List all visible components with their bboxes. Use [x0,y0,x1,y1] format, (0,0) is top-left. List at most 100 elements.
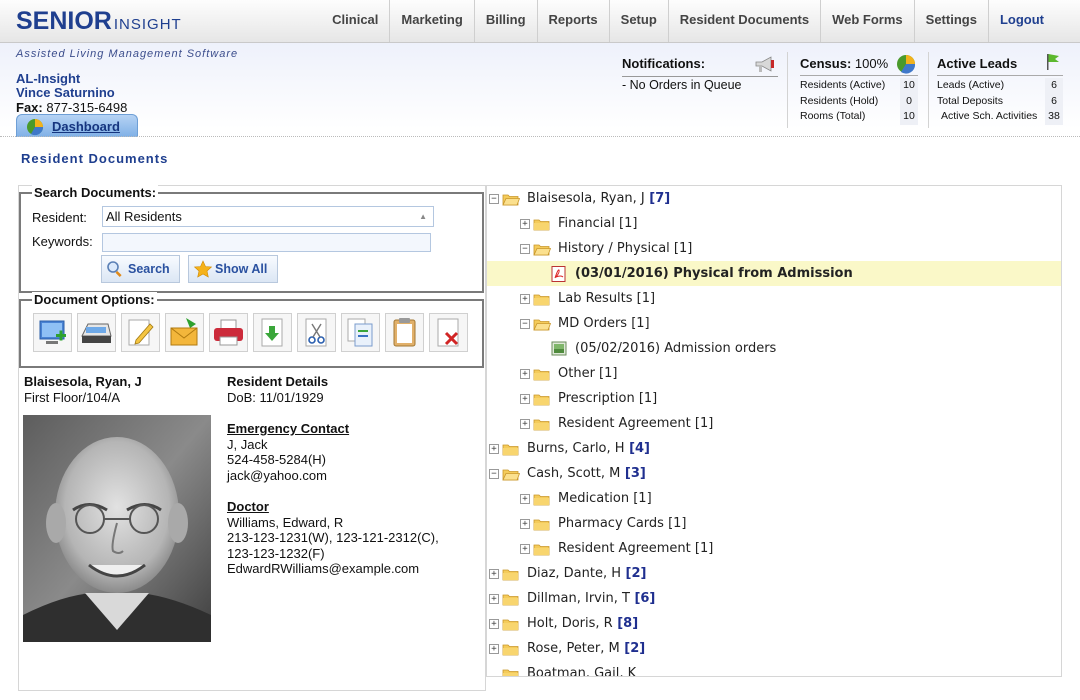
tree-folder-item[interactable]: Boatman, Gail, K [487,661,1061,676]
expand-icon[interactable]: + [489,644,499,654]
census-divider [800,75,918,76]
doctor-name: Williams, Edward, R [227,514,344,530]
tree-folder-item[interactable]: + Financial [1] [487,211,1061,236]
document-count: [6] [629,591,656,606]
tree-item-label: Dillman, Irvin, T [6] [527,591,656,606]
doctor-email: EdwardRWilliams@example.com [227,561,420,576]
collapse-icon[interactable]: − [489,469,499,479]
leads-row-value: 6 [1045,78,1063,94]
census-row-value: 10 [900,109,918,125]
tree-folder-item[interactable]: − MD Orders [1] [487,311,1061,336]
expand-icon[interactable]: + [520,419,530,429]
tree-folder-item[interactable]: + Other [1] [487,361,1061,386]
doctor-fax: 123-123-1232(F) [227,545,325,561]
expand-icon[interactable]: + [520,294,530,304]
tree-folder-item[interactable]: + Resident Agreement [1] [487,536,1061,561]
expand-icon[interactable]: + [520,369,530,379]
nav-settings[interactable]: Settings [913,0,988,42]
expand-icon[interactable]: + [489,444,499,454]
tree-folder-item[interactable]: + Pharmacy Cards [1] [487,511,1061,536]
nav-reports[interactable]: Reports [536,0,609,42]
census-row-value: 0 [900,93,918,109]
resident-select[interactable]: All Residents ▲▼ [102,206,434,240]
tree-folder-item[interactable]: + Burns, Carlo, H [4] [487,436,1061,461]
tree-folder-item[interactable]: + Lab Results [1] [487,286,1061,311]
nav-web-forms[interactable]: Web Forms [820,0,914,42]
resident-details-title: Resident Details [227,374,329,389]
tree-folder-item[interactable]: + Diaz, Dante, H [2] [487,561,1061,586]
tree-folder-item[interactable]: + Resident Agreement [1] [487,411,1061,436]
resident-location: First Floor/104/A [24,390,121,405]
email-document-button[interactable] [165,313,204,352]
collapse-icon[interactable]: − [520,319,530,329]
document-count: [7] [644,191,671,206]
census-row: Rooms (Total) 10 [800,109,918,125]
search-button[interactable]: Search [101,255,180,283]
census-row-value: 10 [900,78,918,94]
expand-icon[interactable]: + [520,544,530,554]
document-options-box: Document Options: [19,292,484,368]
cut-icon [305,318,327,347]
scan-document-button[interactable] [77,313,116,352]
tree-folder-item[interactable]: − Cash, Scott, M [3] [487,461,1061,486]
cut-document-button[interactable] [297,313,336,352]
expand-icon[interactable]: + [520,394,530,404]
tree-folder-item[interactable]: + Medication [1] [487,486,1061,511]
census-row: Residents (Hold) 0 [800,93,918,109]
user-name: Vince Saturnino [16,85,115,100]
show-all-button[interactable]: Show All [188,255,278,283]
download-document-button[interactable] [253,313,292,352]
document-item[interactable]: (03/01/2016) Physical from Admission [487,261,1061,286]
senior-insight-logo[interactable]: SENIOR INSIGHT [16,7,182,36]
download-icon [261,318,283,347]
emergency-contact-name: J, Jack [227,436,268,452]
folder-icon [502,619,519,631]
collapse-icon[interactable]: − [489,194,499,204]
tree-folder-item[interactable]: + Rose, Peter, M [2] [487,636,1061,661]
tree-folder-item[interactable]: + Holt, Doris, R [8] [487,611,1061,636]
expand-icon[interactable]: + [489,619,499,629]
expand-icon[interactable]: + [520,519,530,529]
expand-icon[interactable]: + [489,569,499,579]
emergency-contact: Emergency Contact J, Jack 524-458-5284(H… [227,421,349,483]
tree-folder-item[interactable]: + Dillman, Irvin, T [6] [487,586,1061,611]
keywords-input[interactable] [102,233,431,252]
nav-resident-documents[interactable]: Resident Documents [667,0,820,42]
tree-item-label: Diaz, Dante, H [2] [527,566,647,581]
edit-document-button[interactable] [121,313,160,352]
doctor-info: Doctor Williams, Edward, R 213-123-1231(… [227,499,439,577]
megaphone-icon [755,56,774,72]
nav-logout[interactable]: Logout [987,0,1080,42]
nav-setup[interactable]: Setup [608,0,668,42]
tree-item-label: Other [1] [558,366,618,381]
nav-marketing[interactable]: Marketing [389,0,473,42]
dashboard-tab[interactable]: Dashboard [16,114,138,137]
copy-document-button[interactable] [341,313,380,352]
collapse-icon[interactable]: − [520,244,530,254]
tree-item-label: Financial [1] [558,216,638,231]
flag-icon [1047,54,1059,70]
expand-icon[interactable]: + [520,494,530,504]
nav-billing[interactable]: Billing [473,0,537,42]
tree-folder-item[interactable]: + Prescription [1] [487,386,1061,411]
tree-item-label: Resident Agreement [1] [558,541,714,556]
delete-document-button[interactable] [429,313,468,352]
page-title: Resident Documents [21,151,169,166]
notifications-message: - No Orders in Queue [622,78,742,92]
pdf-icon [551,266,566,282]
add-document-button[interactable] [33,313,72,352]
census-title: Census: [800,56,852,71]
tree-folder-item[interactable]: − History / Physical [1] [487,236,1061,261]
nav-clinical[interactable]: Clinical [321,0,389,42]
image-file-icon [551,341,567,356]
tree-folder-item[interactable]: − Blaisesola, Ryan, J [7] [487,186,1061,211]
logo-light-text: INSIGHT [113,16,182,33]
leads-row-label: Leads (Active) [937,79,1005,91]
paste-document-button[interactable] [385,313,424,352]
expand-icon[interactable]: + [489,594,499,604]
expand-icon[interactable]: + [520,219,530,229]
print-document-button[interactable] [209,313,248,352]
census-row-label: Residents (Hold) [800,94,879,107]
tree-item-label: MD Orders [1] [558,316,650,331]
document-item[interactable]: (05/02/2016) Admission orders [487,336,1061,361]
